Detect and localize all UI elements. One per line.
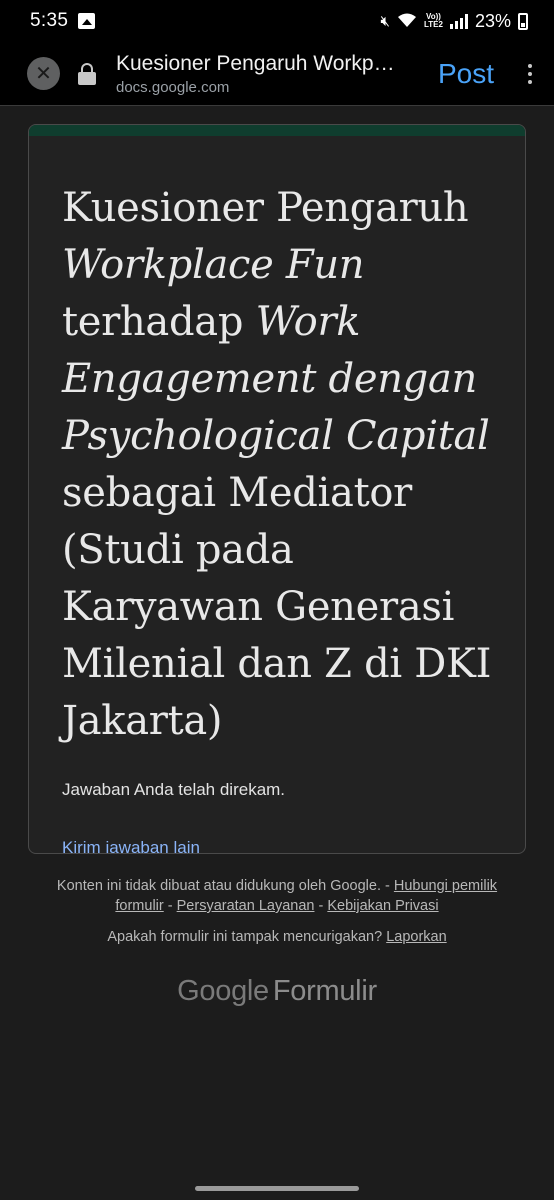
form-card: Kuesioner Pengaruh Workplace Fun terhada… [28,124,526,854]
form-title-part: terhadap [62,299,256,345]
form-title: Kuesioner Pengaruh Workplace Fun terhada… [62,180,493,750]
volte-lte-icon: Vo)) LTE2 [424,13,443,29]
footer-disclaimer: Konten ini tidak dibuat atau didukung ol… [44,876,510,916]
form-title-part: Kuesioner Pengaruh [62,185,469,231]
status-icons: 🔇︎ Vo)) LTE2 23% [381,11,528,32]
lte-label: LTE2 [424,20,443,29]
close-tab-button[interactable]: ✕ [27,57,60,90]
suspicious-question: Apakah formulir ini tampak mencurigakan? [107,929,387,945]
brand-google: Google [177,975,269,1007]
disclaimer-text: Konten ini tidak dibuat atau didukung ol… [56,878,394,894]
status-time: 5:35 [30,10,69,31]
battery-percent: 23% [474,10,511,31]
custom-tab-toolbar: ✕ Kuesioner Pengaruh Workplace Fun terha… [0,42,554,106]
privacy-link[interactable]: Kebijakan Privasi [327,898,438,914]
battery-charging-icon [518,12,528,30]
more-options-icon[interactable] [524,60,536,88]
response-recorded-text: Jawaban Anda telah direkam. [62,780,286,799]
separator: - [163,898,177,914]
form-title-italic: Workplace Fun [62,242,365,288]
terms-link[interactable]: Persyaratan Layanan [177,898,315,914]
post-button[interactable]: Post [438,58,494,90]
card-accent-bar [29,125,525,136]
report-line: Apakah formulir ini tampak mencurigakan?… [0,929,554,945]
mute-icon: 🔇︎ [380,12,390,30]
page-url: docs.google.com [116,78,230,96]
report-link[interactable]: Laporkan [386,929,446,945]
submit-another-response-link[interactable]: Kirim jawaban lain [62,838,200,853]
close-icon: ✕ [35,62,52,85]
form-title-part: sebagai Mediator (Studi pada Karyawan Ge… [62,470,492,744]
wifi-icon [397,12,417,31]
lock-icon[interactable] [78,62,96,85]
separator: - [314,898,328,914]
page-info[interactable]: Kuesioner Pengaruh Workplace Fun terhada… [116,52,424,96]
brand-product: Formulir [272,975,377,1007]
gesture-navigation-bar[interactable] [195,1186,359,1191]
status-bar: 5:35 🔇︎ Vo)) LTE2 23% [0,0,554,42]
page-title: Kuesioner Pengaruh Workplace Fun terhada… [116,51,398,75]
gallery-notification-icon [78,13,96,29]
signal-icon [449,13,468,29]
google-forms-logo[interactable]: Google Formulir [0,975,554,1008]
